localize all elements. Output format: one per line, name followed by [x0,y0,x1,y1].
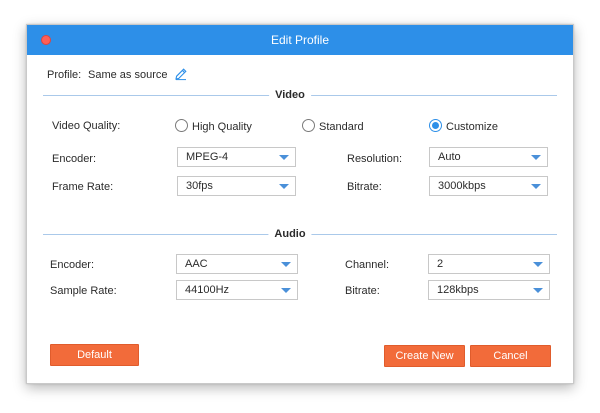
chevron-down-icon [281,262,291,267]
channel-label: Channel: [345,259,390,271]
edit-profile-dialog: Edit Profile Profile: Same as source Vid… [26,24,574,384]
channel-value: 2 [437,258,444,270]
profile-label: Profile: [47,69,82,81]
radio-customize-label[interactable]: Customize [446,120,498,134]
chevron-down-icon [531,155,541,160]
radio-high-quality[interactable] [175,119,188,132]
default-button[interactable]: Default [50,344,139,366]
chevron-down-icon [281,288,291,293]
resolution-value: Auto [438,151,461,163]
audio-bitrate-label: Bitrate: [345,285,380,297]
video-encoder-label: Encoder: [52,153,97,165]
video-bitrate-label: Bitrate: [347,181,382,193]
sample-rate-label: Sample Rate: [50,285,117,297]
chevron-down-icon [279,184,289,189]
video-encoder-select[interactable]: MPEG-4 [177,147,296,167]
video-bitrate-value: 3000kbps [438,180,486,192]
radio-standard[interactable] [302,119,315,132]
video-encoder-value: MPEG-4 [186,151,229,163]
audio-encoder-label: Encoder: [50,259,95,271]
radio-high-quality-label[interactable]: High Quality [192,120,252,134]
chevron-down-icon [279,155,289,160]
resolution-select[interactable]: Auto [429,147,548,167]
audio-section-title: Audio [268,227,312,241]
channel-select[interactable]: 2 [428,254,550,274]
sample-rate-value: 44100Hz [185,284,230,296]
window-title: Edit Profile [270,33,330,47]
profile-value: Same as source [88,69,168,81]
audio-encoder-value: AAC [185,258,208,270]
audio-bitrate-value: 128kbps [437,284,479,296]
audio-bitrate-select[interactable]: 128kbps [428,280,550,300]
video-bitrate-select[interactable]: 3000kbps [429,176,548,196]
chevron-down-icon [533,262,543,267]
cancel-button[interactable]: Cancel [470,345,551,367]
radio-customize[interactable] [429,119,442,132]
sample-rate-select[interactable]: 44100Hz [176,280,298,300]
audio-encoder-select[interactable]: AAC [176,254,298,274]
video-section-title: Video [269,88,311,102]
frame-rate-select[interactable]: 30fps [177,176,296,196]
frame-rate-value: 30fps [186,180,213,192]
frame-rate-label: Frame Rate: [52,181,114,193]
create-new-button[interactable]: Create New [384,345,465,367]
video-quality-label: Video Quality: [52,120,121,132]
resolution-label: Resolution: [347,153,403,165]
chevron-down-icon [531,184,541,189]
radio-standard-label[interactable]: Standard [319,120,364,134]
title-bar: Edit Profile [27,25,573,55]
chevron-down-icon [533,288,543,293]
pencil-icon[interactable] [174,67,188,81]
